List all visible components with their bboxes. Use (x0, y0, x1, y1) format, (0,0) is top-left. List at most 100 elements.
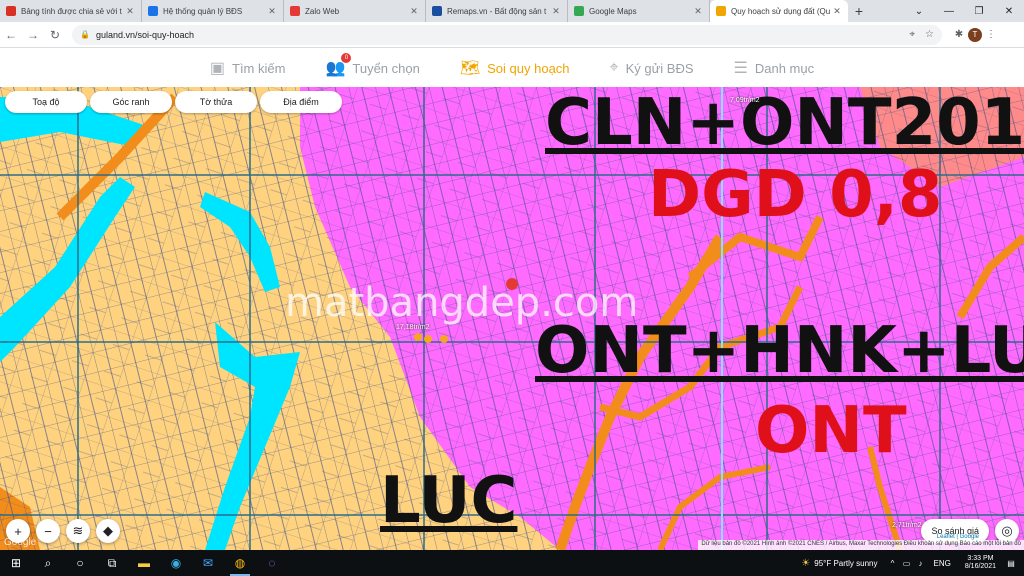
weather-widget[interactable]: ☀ 95°F Partly sunny (801, 558, 877, 569)
close-window-icon[interactable]: ✕ (994, 6, 1024, 17)
close-icon[interactable]: ✕ (693, 6, 703, 17)
search-logo-icon: ▣ (209, 60, 225, 77)
zoom-out-button[interactable]: − (36, 519, 60, 543)
gmail-icon (6, 6, 16, 16)
zone-label: ONT+HNK+LU (535, 314, 1024, 388)
network-icon[interactable]: ▭ (900, 559, 914, 568)
clock[interactable]: 3:33 PM 8/16/2021 (965, 555, 996, 571)
zalo-icon (290, 6, 300, 16)
profile-avatar[interactable]: T (968, 27, 982, 42)
restore-icon[interactable]: ❐ (964, 6, 994, 17)
watermark: matbangdep.com (285, 280, 639, 326)
planning-map[interactable]: CLN+ONT201 DGD 0,8 ONT+HNK+LU ONT LUC ma… (0, 87, 1024, 550)
edge-icon[interactable]: ◉ (160, 550, 192, 576)
price-marker[interactable] (440, 335, 448, 343)
menu-dots-icon[interactable]: ⋮ (982, 29, 1000, 40)
weather-icon: ☀ (801, 557, 811, 569)
tab-label: Google Maps (589, 6, 637, 16)
minimize-icon[interactable]: — (934, 6, 964, 17)
time-text: 3:33 PM (967, 554, 994, 562)
directions-icon[interactable]: ◆ (96, 519, 120, 543)
close-icon[interactable]: ✕ (125, 6, 135, 17)
zone-label: DGD 0,8 (648, 158, 943, 232)
file-explorer-icon[interactable]: ▬ (128, 550, 160, 576)
tray-chevron-icon[interactable]: ^ (886, 559, 900, 568)
parcel-sheet-button[interactable]: Tờ thửa (175, 91, 257, 113)
reload-icon[interactable]: ↻ (44, 28, 66, 42)
language-indicator[interactable]: ENG (934, 559, 951, 568)
notification-badge: 0 (341, 53, 352, 63)
place-button[interactable]: Địa điểm (260, 91, 342, 113)
nav-label: Danh mục (754, 60, 815, 76)
coordinates-button[interactable]: Toạ độ (5, 91, 87, 113)
location-icon[interactable]: ⌖ (909, 29, 915, 40)
price-marker[interactable] (414, 333, 422, 341)
nav-label: Soi quy hoạch (487, 60, 570, 76)
close-icon[interactable]: ✕ (409, 6, 419, 17)
map-attribution[interactable]: Dữ liệu bản đồ ©2021 Hình ảnh ©2021 CNES… (698, 540, 1024, 550)
zone-label: LUC (380, 464, 518, 538)
site-icon (148, 6, 158, 16)
nav-label: Tuyển chọn (352, 60, 420, 76)
mail-icon[interactable]: ✉ (192, 550, 224, 576)
browser-tab[interactable]: Google Maps ✕ (568, 0, 710, 22)
task-view-icon[interactable]: ⧉ (96, 550, 128, 576)
browser-tab[interactable]: Remaps.vn - Bất động sản t ✕ (426, 0, 568, 22)
bookmark-star-icon[interactable]: ☆ (925, 29, 934, 40)
tab-label: Zalo Web (305, 6, 340, 16)
browser-actions: ✱ T ⋮ (950, 27, 1000, 42)
location-plus-icon: ⌖ (609, 59, 619, 76)
viber-icon[interactable]: ◌ (256, 550, 288, 576)
nav-curated[interactable]: 👥 0 Tuyển chọn (325, 53, 420, 78)
nav-consign[interactable]: ⌖ Ký gửi BĐS (610, 59, 694, 77)
url-text[interactable]: guland.vn/soi-quy-hoach (96, 30, 899, 40)
close-icon[interactable]: ✕ (267, 6, 277, 17)
windows-taskbar: ⊞ ⌕ ○ ⧉ ▬ ◉ ✉ ◍ ◌ ☀ 95°F Partly sunny ^ ▭… (0, 550, 1024, 576)
weather-text: 95°F Partly sunny (814, 558, 878, 568)
notification-icon[interactable]: ▤ (1004, 559, 1018, 568)
remaps-icon (432, 6, 442, 16)
date-text: 8/16/2021 (964, 563, 996, 570)
nav-label: Ký gửi BĐS (625, 60, 694, 76)
address-bar[interactable]: 🔒 guland.vn/soi-quy-hoach ⌖ ☆ (72, 24, 942, 45)
tab-search-icon[interactable]: ⌄ (904, 6, 934, 17)
corner-button[interactable]: Góc ranh (90, 91, 172, 113)
browser-tab[interactable]: Bảng tính được chia sẻ với t ✕ (0, 0, 142, 22)
layers-icon[interactable]: ≋ (66, 519, 90, 543)
price-label: 17,18tr/m2 (396, 324, 430, 331)
browser-tab-active[interactable]: Quy hoạch sử dụng đất (Qu ✕ (710, 0, 848, 22)
system-tray: ☀ 95°F Partly sunny ^ ▭ ♪ ENG 3:33 PM 8/16… (801, 550, 1024, 576)
tab-label: Hệ thống quản lý BĐS (163, 6, 243, 16)
chrome-icon[interactable]: ◍ (224, 550, 256, 576)
tab-label: Remaps.vn - Bất động sản t (447, 6, 547, 16)
close-icon[interactable]: ✕ (551, 6, 561, 17)
price-label: 7,09tr/m2 (730, 97, 760, 104)
browser-toolbar: ← → ↻ 🔒 guland.vn/soi-quy-hoach ⌖ ☆ ✱ T … (0, 22, 1024, 48)
forward-icon[interactable]: → (22, 28, 44, 42)
site-navigation: ▣ Tìm kiếm 👥 0 Tuyển chọn 🗺 Soi quy hoạch ⌖ K… (0, 49, 1024, 87)
tab-label: Quy hoạch sử dụng đất (Qu (731, 6, 831, 16)
google-logo: Google (4, 537, 37, 548)
nav-categories[interactable]: ☰ Danh mục (734, 58, 815, 78)
nav-label: Tìm kiếm (232, 60, 286, 76)
close-icon[interactable]: ✕ (832, 6, 842, 17)
browser-tab[interactable]: Hệ thống quản lý BĐS ✕ (142, 0, 284, 22)
new-tab-button[interactable]: + (848, 0, 870, 22)
zone-label: ONT (755, 394, 907, 468)
window-controls: ⌄ — ❐ ✕ (904, 0, 1024, 22)
volume-icon[interactable]: ♪ (914, 559, 928, 568)
cortana-icon[interactable]: ○ (64, 550, 96, 576)
users-icon: 👥 0 (325, 53, 352, 78)
price-marker[interactable] (424, 335, 432, 343)
price-label: 2,71tr/m2 (892, 522, 922, 529)
maps-icon (574, 6, 584, 16)
lock-icon[interactable]: 🔒 (80, 30, 90, 39)
extensions-icon[interactable]: ✱ (950, 29, 968, 40)
nav-planning[interactable]: 🗺 Soi quy hoạch (460, 58, 570, 78)
browser-tab[interactable]: Zalo Web ✕ (284, 0, 426, 22)
search-icon[interactable]: ⌕ (32, 550, 64, 576)
start-icon[interactable]: ⊞ (0, 550, 32, 576)
tab-label: Bảng tính được chia sẻ với t (21, 6, 122, 16)
back-icon[interactable]: ← (0, 28, 22, 42)
nav-search[interactable]: ▣ Tìm kiếm (210, 58, 286, 78)
